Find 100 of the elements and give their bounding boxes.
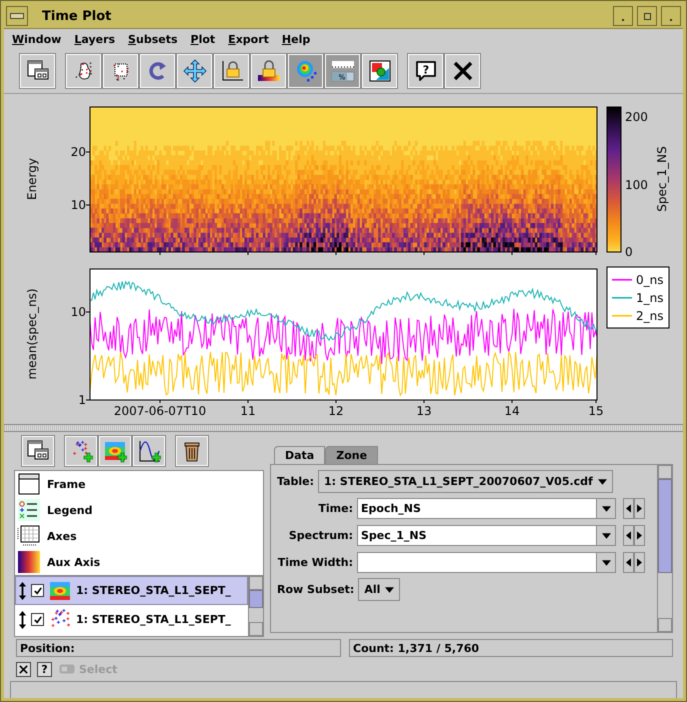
dropdown-button[interactable]: [596, 525, 616, 546]
field-label: Time Width:: [277, 556, 353, 569]
previous-button[interactable]: [623, 552, 634, 573]
tick-label: 200: [625, 110, 648, 124]
dropdown-button[interactable]: [596, 498, 616, 519]
layer-row[interactable]: 1: STEREO_STA_L1_SEPT_: [15, 605, 248, 634]
checkbox[interactable]: [31, 613, 44, 626]
checkbox[interactable]: [31, 584, 44, 597]
right-arrow-icon: [637, 531, 642, 540]
toolbar-button[interactable]: [140, 54, 175, 88]
tick-label: 0: [625, 245, 633, 259]
legend-icon: [17, 498, 41, 522]
list-item[interactable]: Axes: [15, 523, 263, 549]
tick-label: 14: [504, 404, 520, 418]
window-title: Time Plot: [42, 8, 112, 24]
shapes-icon: [368, 59, 392, 83]
window-menu-button[interactable]: [6, 6, 28, 26]
toolbar-button[interactable]: [22, 436, 54, 466]
next-button[interactable]: [634, 552, 645, 573]
scrollbar[interactable]: [657, 465, 672, 632]
padlock-axes-icon: [220, 59, 244, 83]
layer-row[interactable]: 1: STEREO_STA_L1_SEPT_: [15, 576, 248, 605]
legend-label: 2_ns: [636, 309, 664, 323]
previous-button[interactable]: [623, 525, 634, 546]
left-arrow-icon: [626, 531, 631, 540]
list-item[interactable]: Aux Axis: [15, 549, 263, 575]
toolbar-button[interactable]: [445, 54, 480, 88]
close-button[interactable]: [661, 6, 681, 26]
menu-item[interactable]: Layers: [74, 32, 116, 46]
toolbar-button[interactable]: [20, 54, 55, 88]
field-label: Table:: [277, 475, 314, 488]
tick-label: 100: [625, 178, 648, 192]
item-label: Aux Axis: [47, 556, 100, 568]
maximize-button[interactable]: [637, 6, 657, 26]
menu-item[interactable]: Window: [12, 32, 62, 46]
scrollbar[interactable]: [248, 576, 263, 636]
add-spectrogram-icon: [103, 439, 127, 463]
input-field[interactable]: Epoch_NS: [357, 498, 597, 519]
menu-item[interactable]: Help: [282, 32, 310, 46]
tick-label: 12: [328, 404, 344, 418]
tick-label: 20: [70, 145, 86, 159]
tab[interactable]: Zone: [325, 446, 378, 464]
toolbar-button[interactable]: [177, 54, 212, 88]
question-glyph: ?: [422, 64, 429, 76]
left-arrow-icon: [626, 504, 631, 513]
tick-label: 15: [588, 404, 604, 418]
minimize-button[interactable]: [613, 6, 633, 26]
toolbar-button[interactable]: [66, 54, 101, 88]
colorbar-label: Spec_1_NS: [655, 146, 669, 212]
caret-icon: [385, 586, 394, 592]
toolbar-button[interactable]: [214, 54, 249, 88]
input-field[interactable]: Spec_1_NS: [357, 525, 597, 546]
four-way-arrow-icon: [182, 59, 206, 83]
add-function-icon: [137, 439, 161, 463]
legend-box: [606, 266, 670, 328]
item-label: Frame: [47, 478, 86, 490]
subset-dropdown[interactable]: All: [358, 578, 400, 601]
menu-item[interactable]: Export: [228, 32, 269, 46]
padlock-gradient-icon: [256, 59, 280, 83]
field-label: Spectrum:: [288, 529, 353, 542]
tick-label: 11: [240, 404, 256, 418]
help-button[interactable]: ?: [37, 662, 52, 676]
count-label: Count: 1,371 / 5,760: [349, 639, 673, 657]
toolbar-button[interactable]: ?: [408, 54, 443, 88]
tick-label: 10: [70, 305, 86, 319]
drag-handle-icon[interactable]: [18, 580, 27, 600]
clear-button[interactable]: [16, 662, 31, 676]
toolbar-button[interactable]: [176, 436, 208, 466]
caret-icon: [602, 532, 610, 538]
tab[interactable]: Data: [274, 446, 326, 464]
axis-label: mean(spec_ns): [25, 288, 39, 380]
field-label: Time:: [317, 502, 353, 515]
menu-item[interactable]: Plot: [190, 32, 216, 46]
tick-label: 1: [78, 393, 86, 407]
axes-grid-icon: [17, 524, 41, 548]
tick-label: 10: [70, 198, 86, 212]
caret-icon: [598, 478, 607, 484]
right-arrow-icon: [637, 558, 642, 567]
toolbar-button[interactable]: [251, 54, 286, 88]
next-button[interactable]: [634, 498, 645, 519]
caret-icon: [602, 506, 610, 512]
list-item[interactable]: Legend: [15, 497, 263, 523]
dropdown-button[interactable]: [596, 552, 616, 573]
item-label: Axes: [47, 530, 77, 542]
drag-handle-icon[interactable]: [18, 610, 27, 630]
position-label: Position:: [16, 639, 341, 657]
axis-label: Energy: [25, 158, 39, 200]
caret-icon: [602, 560, 610, 566]
table-dropdown[interactable]: 1: STEREO_STA_L1_SEPT_20070607_V05.cdf: [318, 470, 613, 493]
menu-item[interactable]: Subsets: [128, 32, 178, 46]
toolbar-button[interactable]: [103, 54, 138, 88]
previous-button[interactable]: [623, 498, 634, 519]
next-button[interactable]: [634, 525, 645, 546]
toolbar-button[interactable]: [362, 54, 397, 88]
input-field[interactable]: [357, 552, 597, 573]
list-item[interactable]: Frame: [15, 471, 263, 497]
toolbar-button[interactable]: [133, 436, 165, 466]
close-icon: [18, 664, 29, 674]
item-label: Legend: [47, 504, 93, 516]
legend-label: 0_ns: [636, 273, 664, 287]
